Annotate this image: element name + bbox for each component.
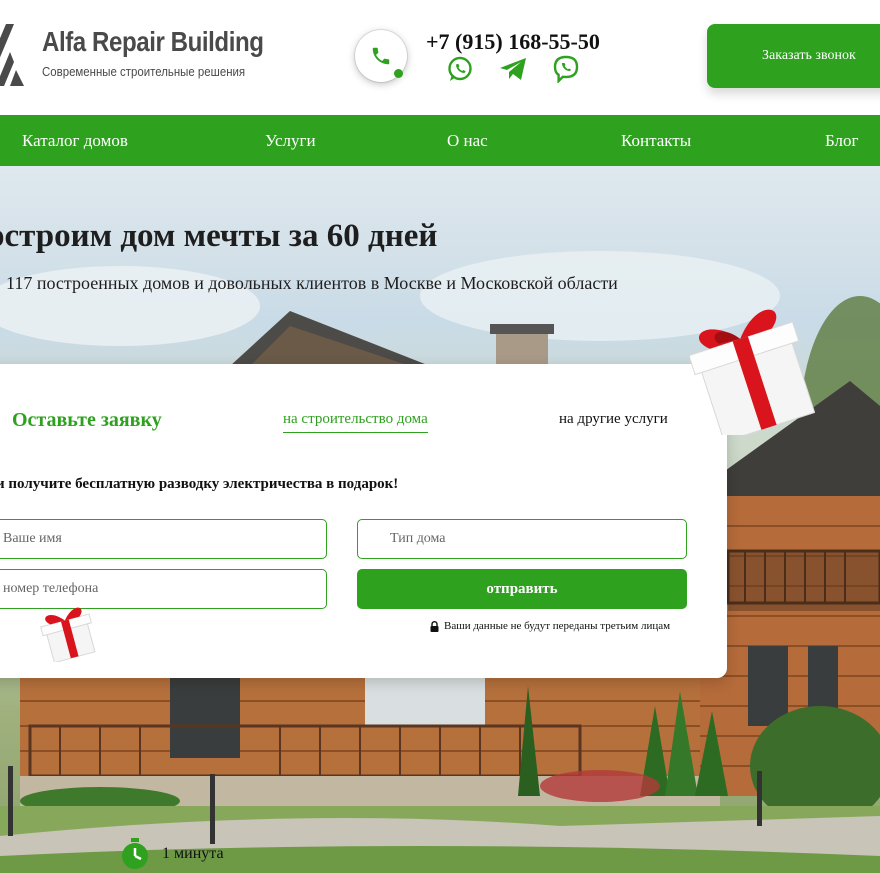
logo-icon[interactable] xyxy=(0,24,32,86)
timer-text: 1 минута xyxy=(162,845,224,862)
request-form-card: Оставьте заявку на строительство дома на… xyxy=(0,364,727,678)
tab-other-services[interactable]: на другие услуги xyxy=(559,411,668,428)
telegram-icon[interactable] xyxy=(499,55,527,83)
main-nav: Каталог домов Услуги О нас Контакты Блог xyxy=(0,115,880,166)
online-dot xyxy=(394,69,403,78)
form-title: Оставьте заявку xyxy=(12,409,162,431)
phone-icon xyxy=(372,47,390,65)
nav-item-contacts[interactable]: Контакты xyxy=(621,115,691,166)
promo-text: и получите бесплатную разводку электриче… xyxy=(0,476,399,492)
privacy-text: Ваши данные не будут переданы третьим ли… xyxy=(444,620,671,632)
phone-call-button[interactable] xyxy=(355,30,407,82)
hero-title: остроим дом мечты за 60 дней xyxy=(0,218,438,254)
logo-title[interactable]: Alfa Repair Building xyxy=(42,26,264,58)
viber-icon[interactable] xyxy=(552,55,580,83)
logo-subtitle: Современные строительные решения xyxy=(42,64,246,79)
submit-button[interactable]: отправить xyxy=(357,569,687,609)
tab-house-construction[interactable]: на строительство дома xyxy=(283,411,428,433)
callback-button[interactable]: Заказать звонок xyxy=(707,24,880,88)
nav-item-blog[interactable]: Блог xyxy=(825,115,859,166)
nav-item-about[interactable]: О нас xyxy=(447,115,488,166)
stopwatch-icon xyxy=(122,838,148,869)
small-gift-icon xyxy=(40,607,96,662)
hero-subtitle: 117 построенных домов и довольных клиент… xyxy=(6,273,618,293)
gift-icon xyxy=(690,309,815,435)
name-input[interactable] xyxy=(0,519,327,559)
timer: 1 минута xyxy=(120,838,224,870)
whatsapp-icon[interactable] xyxy=(446,55,474,83)
phone-number[interactable]: +7 (915) 168-55-50 xyxy=(426,29,600,55)
site-header: Alfa Repair Building Современные строите… xyxy=(0,0,880,115)
house-type-input[interactable] xyxy=(357,519,687,559)
lock-icon xyxy=(430,620,439,632)
nav-item-services[interactable]: Услуги xyxy=(265,115,316,166)
hero-section: остроим дом мечты за 60 дней 117 построе… xyxy=(0,166,880,873)
nav-item-catalog[interactable]: Каталог домов xyxy=(22,115,128,166)
privacy-note: Ваши данные не будут переданы третьим ли… xyxy=(430,620,670,632)
